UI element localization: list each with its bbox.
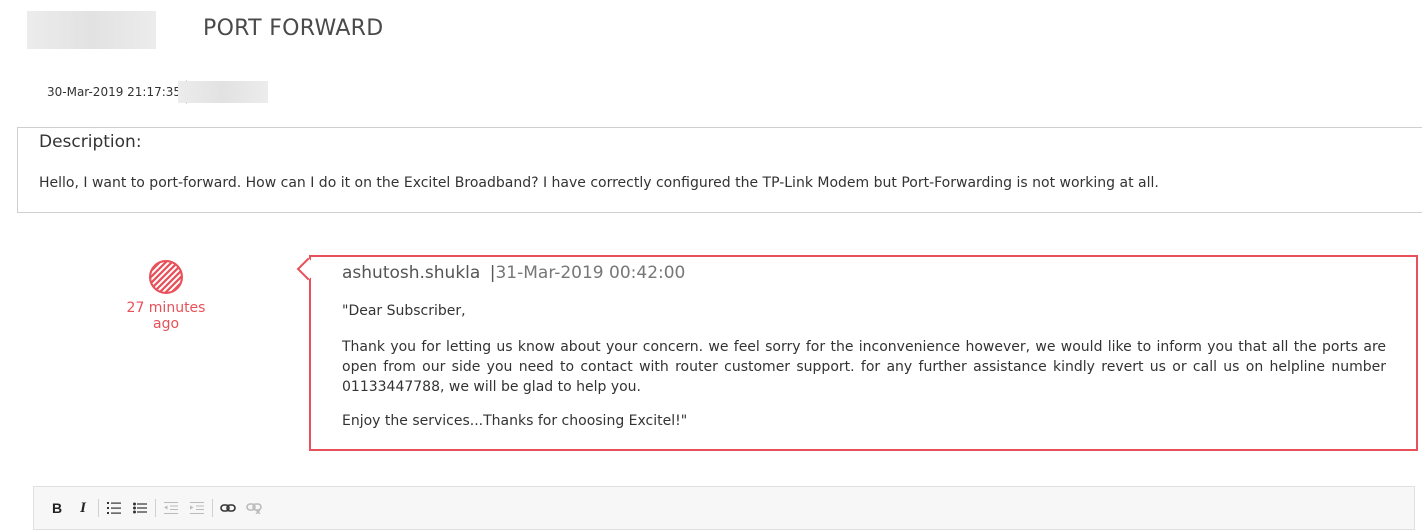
description-text: Hello, I want to port-forward. How can I… <box>39 175 1159 191</box>
italic-icon: I <box>80 499 86 516</box>
bullet-list-icon <box>133 502 147 514</box>
toolbar-divider <box>155 499 156 517</box>
numbered-list-icon <box>107 502 121 514</box>
page-title: PORT FORWARD <box>203 16 384 41</box>
agent-avatar-icon <box>148 259 184 295</box>
bold-icon: B <box>51 500 63 516</box>
outdent-icon <box>164 502 178 514</box>
reply-greeting: "Dear Subscriber, <box>342 303 466 319</box>
italic-button[interactable]: I <box>70 495 96 521</box>
outdent-button[interactable] <box>158 495 184 521</box>
reply-time-ago: 27 minutes ago <box>126 300 206 332</box>
unlink-icon <box>246 503 262 514</box>
editor-toolbar: B I <box>33 486 1415 530</box>
link-button[interactable] <box>215 495 241 521</box>
numbered-list-button[interactable] <box>101 495 127 521</box>
description-label: Description: <box>39 132 142 152</box>
reply-header: ashutosh.shukla |31-Mar-2019 00:42:00 <box>342 263 685 283</box>
bold-button[interactable]: B <box>44 495 70 521</box>
reply-date: 31-Mar-2019 00:42:00 <box>495 263 686 283</box>
bullet-list-button[interactable] <box>127 495 153 521</box>
reply-main-text: Thank you for letting us know about your… <box>342 339 1386 395</box>
redacted-avatar-area <box>27 11 156 49</box>
reply-body: "Dear Subscriber, Thank you for letting … <box>342 301 1386 431</box>
description-panel: Description: Hello, I want to port-forwa… <box>17 127 1422 213</box>
reply-message: ashutosh.shukla |31-Mar-2019 00:42:00 "D… <box>296 255 1418 451</box>
redacted-meta-value <box>178 81 268 103</box>
toolbar-divider <box>212 499 213 517</box>
ticket-meta: 30-Mar-2019 21:17:35 <box>47 80 188 104</box>
indent-button[interactable] <box>184 495 210 521</box>
unlink-button[interactable] <box>241 495 267 521</box>
ticket-created-date: 30-Mar-2019 21:17:35 <box>47 85 182 99</box>
reply-author: ashutosh.shukla <box>342 263 481 283</box>
toolbar-divider <box>98 499 99 517</box>
indent-icon <box>190 502 204 514</box>
reply-pointer <box>296 257 320 281</box>
link-icon <box>220 504 236 512</box>
reply-closing: Enjoy the services...Thanks for choosing… <box>342 413 688 429</box>
